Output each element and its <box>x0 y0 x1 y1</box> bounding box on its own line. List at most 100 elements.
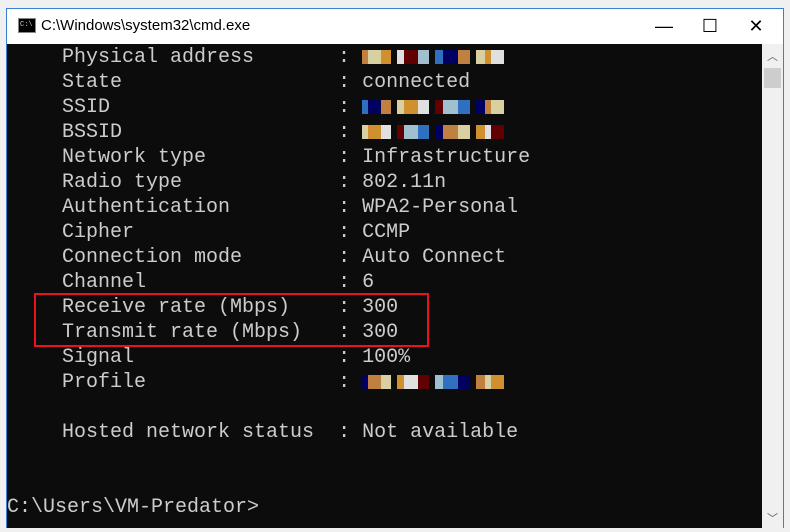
line-separator: : <box>290 296 363 319</box>
redaction-block <box>418 124 430 139</box>
cmd-window: C:\ C:\Windows\system32\cmd.exe — ☐ ✕ Ph… <box>6 8 784 528</box>
line-key: SSID <box>62 96 111 119</box>
console-output[interactable]: Physical address : State : connected SSI… <box>7 44 762 528</box>
close-button[interactable]: ✕ <box>733 9 779 43</box>
redaction-block <box>458 99 471 114</box>
console-line: Signal : 100% <box>14 345 410 370</box>
redaction-block <box>397 99 405 114</box>
line-value: Auto Connect <box>362 246 507 269</box>
console-line: Radio type : 802.11n <box>14 170 446 195</box>
redaction-block <box>476 49 486 64</box>
line-key: Radio type <box>62 171 183 194</box>
redaction-block <box>404 374 419 389</box>
redaction-block <box>476 99 486 114</box>
redaction-block <box>368 374 382 389</box>
line-value: connected <box>362 71 471 94</box>
line-separator: : <box>302 321 363 344</box>
line-value: Infrastructure <box>362 146 531 169</box>
redaction-block <box>435 49 444 64</box>
redaction-block <box>397 49 405 64</box>
console-line: Transmit rate (Mbps) : 300 <box>14 320 398 345</box>
scroll-down-icon[interactable]: ﹀ <box>762 510 783 526</box>
redaction-block <box>418 99 430 114</box>
line-key: Cipher <box>62 221 135 244</box>
line-separator: : <box>242 246 363 269</box>
console-line: Profile : <box>14 370 510 395</box>
line-key: Physical address <box>62 46 255 69</box>
cmd-icon: C:\ <box>18 18 36 33</box>
line-key: Channel <box>62 271 147 294</box>
redaction-block <box>458 124 471 139</box>
console-line: Connection mode : Auto Connect <box>14 245 506 270</box>
console-line: Cipher : CCMP <box>14 220 410 245</box>
minimize-button[interactable]: — <box>641 9 687 43</box>
redaction-block <box>404 99 419 114</box>
redaction-block <box>458 49 471 64</box>
redaction-block <box>443 124 459 139</box>
maximize-button[interactable]: ☐ <box>687 9 733 43</box>
redaction-block <box>381 99 392 114</box>
redacted-value <box>362 46 510 69</box>
line-separator: : <box>182 171 363 194</box>
line-separator: : <box>146 271 363 294</box>
redaction-block <box>368 124 382 139</box>
redacted-value <box>362 371 510 394</box>
console-line: Channel : 6 <box>14 270 374 295</box>
redaction-block <box>491 99 505 114</box>
line-value: CCMP <box>362 221 411 244</box>
line-key: BSSID <box>62 121 123 144</box>
title-bar[interactable]: C:\ C:\Windows\system32\cmd.exe — ☐ ✕ <box>7 9 783 44</box>
redaction-block <box>381 374 392 389</box>
line-value: 300 <box>362 321 399 344</box>
scroll-up-icon[interactable]: ︿ <box>762 48 783 64</box>
line-key: Connection mode <box>62 246 243 269</box>
line-separator: : <box>146 371 363 394</box>
redacted-value <box>362 121 510 144</box>
console-line: SSID : <box>14 95 510 120</box>
scrollbar-thumb[interactable] <box>764 68 781 88</box>
console-line: Authentication : WPA2-Personal <box>14 195 518 220</box>
redaction-block <box>476 374 486 389</box>
line-value: 100% <box>362 346 411 369</box>
console-line: State : connected <box>14 70 470 95</box>
redaction-block <box>491 124 505 139</box>
redaction-block <box>435 374 444 389</box>
redaction-block <box>435 99 444 114</box>
line-value: WPA2-Personal <box>362 196 519 219</box>
redaction-block <box>418 49 430 64</box>
line-key: Receive rate (Mbps) <box>62 296 291 319</box>
line-value: 6 <box>362 271 375 294</box>
redaction-block <box>443 99 459 114</box>
redaction-block <box>397 124 405 139</box>
window-title: C:\Windows\system32\cmd.exe <box>41 17 251 34</box>
command-prompt[interactable]: C:\Users\VM-Predator> <box>7 495 259 520</box>
line-value: 300 <box>362 296 399 319</box>
redaction-block <box>443 374 459 389</box>
scrollbar[interactable]: ︿ ﹀ <box>762 44 783 528</box>
redaction-block <box>443 49 459 64</box>
line-key: Authentication <box>62 196 231 219</box>
line-key: Network type <box>62 146 207 169</box>
console-line: Receive rate (Mbps) : 300 <box>14 295 398 320</box>
redaction-block <box>368 99 382 114</box>
redaction-block <box>397 374 405 389</box>
console-line: Network type : Infrastructure <box>14 145 530 170</box>
line-separator: : <box>134 346 363 369</box>
line-key: Hosted network status <box>62 421 315 444</box>
redacted-value <box>362 96 510 119</box>
redaction-block <box>491 49 505 64</box>
line-separator: : <box>206 146 363 169</box>
line-separator: : <box>134 221 363 244</box>
line-key: Profile <box>62 371 147 394</box>
line-value: 802.11n <box>362 171 447 194</box>
line-separator: : <box>314 421 363 444</box>
line-value: Not available <box>362 421 519 444</box>
redaction-block <box>404 124 419 139</box>
redaction-block <box>404 49 419 64</box>
console-line: Physical address : <box>14 45 510 70</box>
redaction-block <box>418 374 430 389</box>
redaction-block <box>435 124 444 139</box>
redaction-block <box>368 49 382 64</box>
redaction-block <box>458 374 471 389</box>
line-separator: : <box>254 46 363 69</box>
